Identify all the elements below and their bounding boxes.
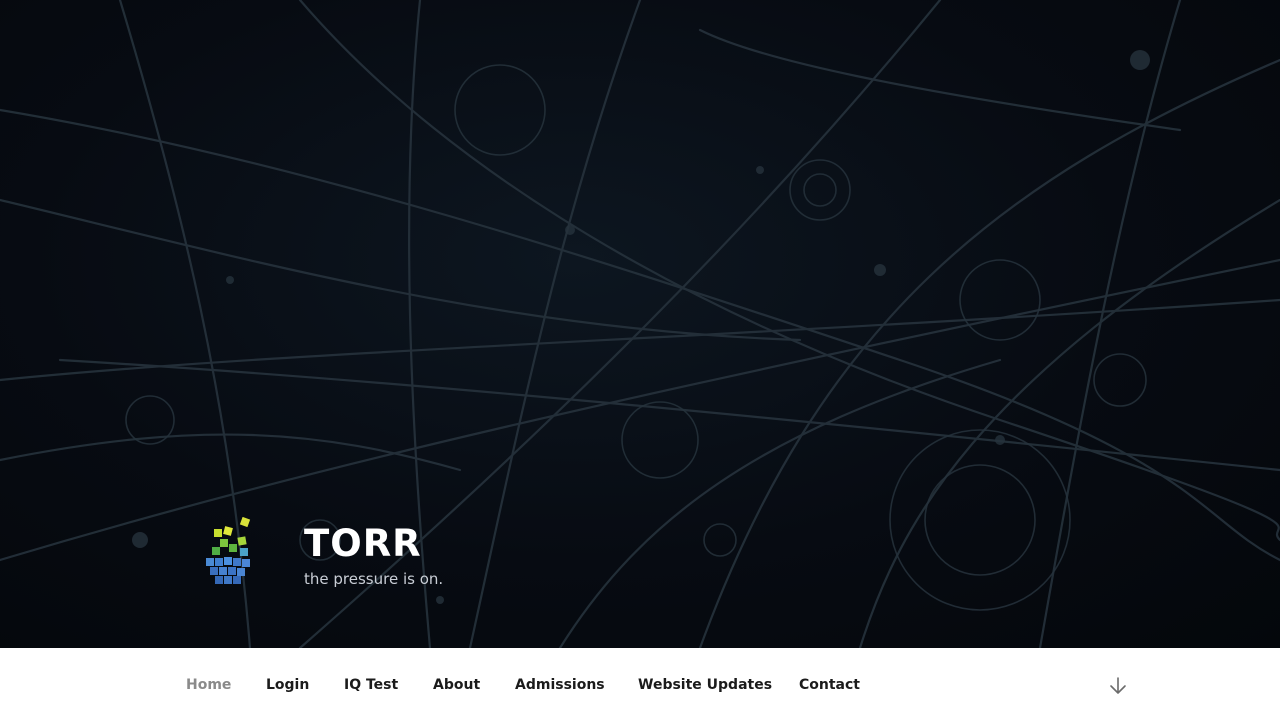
arrow-down-icon[interactable] [1109,676,1127,696]
nav-item-iq-test[interactable]: IQ Test [344,676,398,694]
nav-item-admissions[interactable]: Admissions [515,676,605,694]
nav-item-contact[interactable]: Contact [799,676,860,694]
nav-item-login[interactable]: Login [266,676,309,694]
site-branding: TORR the pressure is on. [304,523,443,589]
particle-tracks-background [0,0,1280,648]
site-tagline: the pressure is on. [304,570,444,588]
hero-banner: TORR the pressure is on. [0,0,1280,648]
nav-item-about[interactable]: About [433,676,480,694]
nav-item-home[interactable]: Home [186,676,231,694]
nav-item-website-updates[interactable]: Website Updates [638,676,772,694]
main-navigation: Home Login IQ Test About Admissions Webs… [0,648,1280,720]
site-title[interactable]: TORR [304,523,443,565]
pressure-cubes-logo [206,517,251,584]
